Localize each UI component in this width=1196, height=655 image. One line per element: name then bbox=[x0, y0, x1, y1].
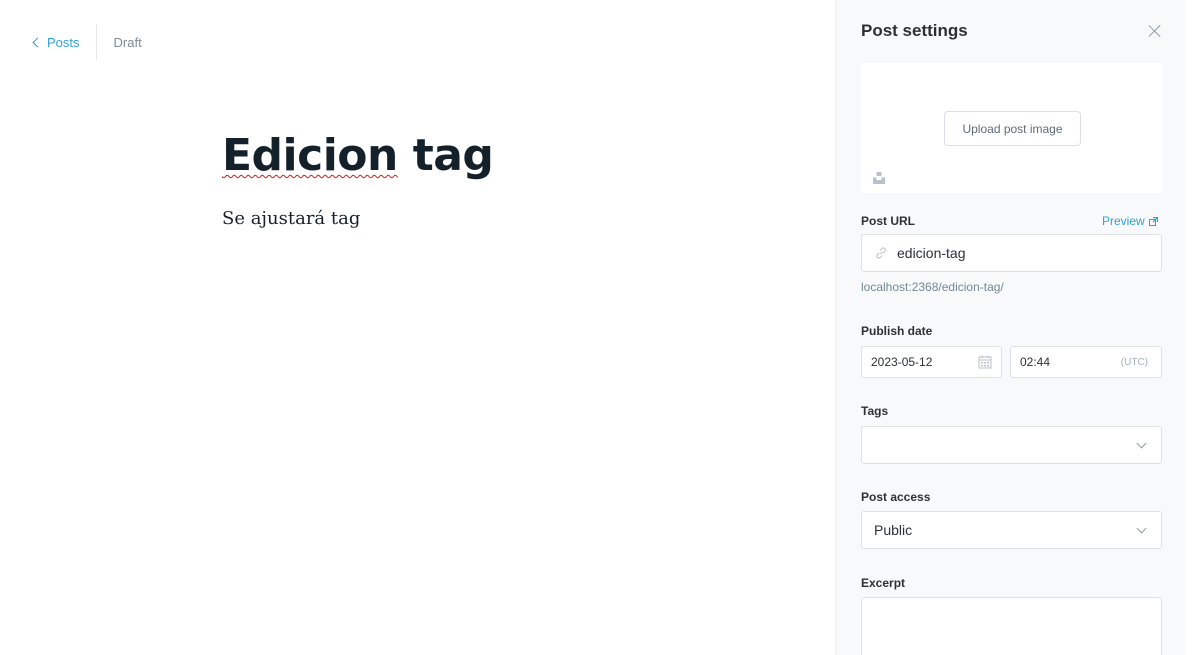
post-settings-panel: Post settings Upload post image Post URL… bbox=[835, 0, 1185, 655]
post-url-value: edicion-tag bbox=[897, 245, 966, 261]
post-url-full: localhost:2368/edicion-tag/ bbox=[861, 280, 1004, 294]
post-image-dropzone: Upload post image bbox=[861, 63, 1162, 193]
back-to-posts-link[interactable]: Posts bbox=[32, 24, 97, 60]
editor-area: Posts Draft Edicion tag Se ajustará tag bbox=[0, 0, 835, 655]
publish-time-value: 02:44 bbox=[1020, 355, 1051, 369]
publish-date-label: Publish date bbox=[861, 324, 933, 338]
chevron-down-icon bbox=[1136, 523, 1147, 534]
post-body-text[interactable]: Se ajustará tag bbox=[222, 208, 360, 229]
settings-title: Post settings bbox=[861, 21, 968, 40]
post-access-value: Public bbox=[874, 522, 913, 538]
back-link-label: Posts bbox=[47, 34, 80, 50]
excerpt-label: Excerpt bbox=[861, 576, 906, 590]
close-icon[interactable] bbox=[1146, 22, 1164, 40]
publish-date-value: 2023-05-12 bbox=[871, 355, 933, 369]
post-title-word: tag bbox=[412, 130, 494, 181]
tags-input[interactable] bbox=[861, 426, 1162, 464]
preview-label: Preview bbox=[1102, 214, 1145, 228]
unsplash-icon[interactable] bbox=[872, 171, 886, 185]
post-status: Draft bbox=[113, 34, 142, 50]
post-title[interactable]: Edicion tag bbox=[222, 130, 494, 181]
preview-link[interactable]: Preview bbox=[1102, 214, 1158, 228]
tags-label: Tags bbox=[861, 404, 889, 418]
post-access-label: Post access bbox=[861, 490, 931, 504]
external-link-icon bbox=[1148, 216, 1158, 226]
post-url-input[interactable]: edicion-tag bbox=[861, 234, 1162, 272]
chevron-down-icon bbox=[1136, 438, 1147, 449]
publish-date-input[interactable]: 2023-05-12 bbox=[861, 346, 1002, 378]
editor-header: Posts Draft bbox=[32, 24, 142, 60]
link-icon bbox=[876, 247, 886, 259]
scrollbar-track[interactable] bbox=[1185, 0, 1196, 655]
calendar-icon[interactable] bbox=[978, 355, 992, 369]
post-access-select[interactable]: Public bbox=[861, 511, 1162, 549]
timezone-label: (UTC) bbox=[1120, 356, 1148, 368]
publish-time-input[interactable]: 02:44 (UTC) bbox=[1010, 346, 1162, 378]
excerpt-textarea[interactable] bbox=[861, 597, 1162, 655]
upload-post-image-button[interactable]: Upload post image bbox=[944, 111, 1081, 146]
post-title-misspelled-word: Edicion bbox=[222, 130, 398, 181]
chevron-left-icon bbox=[32, 37, 43, 48]
post-url-label: Post URL bbox=[861, 214, 915, 228]
